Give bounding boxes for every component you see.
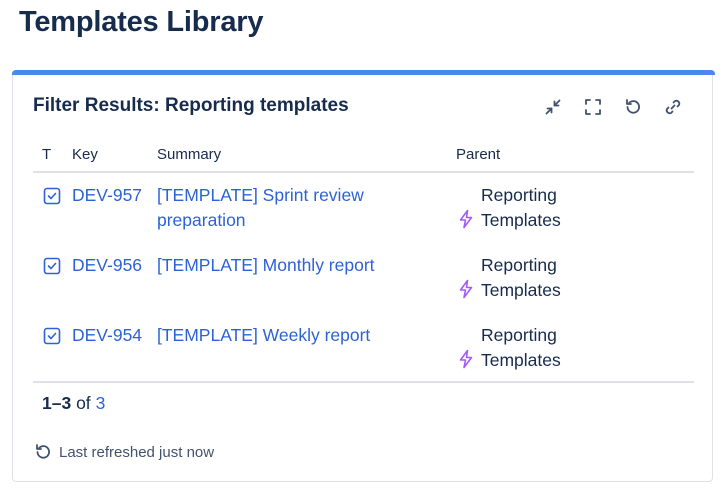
summary-cell: [TEMPLATE] Weekly report [157,313,456,383]
results-table: T Key Summary Parent DEV-957 [TEMPLATE] … [33,142,694,383]
refresh-status: Last refreshed just now [33,442,214,462]
key-cell: DEV-956 [72,243,157,313]
filter-results-gadget: Filter Results: Reporting templates T Ke… [12,70,715,482]
minimize-button[interactable] [542,96,564,118]
type-cell [33,172,72,243]
page-title: Templates Library [19,6,264,38]
copy-link-button[interactable] [662,96,684,118]
gadget-accent-bar [12,70,715,75]
key-cell: DEV-954 [72,313,157,383]
refresh-icon [626,99,640,114]
parent-cell: Reporting Templates [456,313,694,383]
type-cell [33,313,72,383]
type-cell [33,243,72,313]
pagination-total-link[interactable]: 3 [96,393,106,413]
parent-label[interactable]: Reporting Templates [481,323,611,373]
table-row: DEV-957 [TEMPLATE] Sprint review prepara… [33,172,694,243]
epic-lightning-icon [459,349,473,369]
table-row: DEV-954 [TEMPLATE] Weekly report Reporti… [33,313,694,383]
pagination-of: of [76,393,91,413]
column-header-key[interactable]: Key [72,142,157,173]
parent-cell: Reporting Templates [456,172,694,243]
parent-cell: Reporting Templates [456,243,694,313]
issue-key-link[interactable]: DEV-957 [72,185,142,205]
column-header-parent[interactable]: Parent [456,142,694,173]
pagination: 1–3 of 3 [42,393,105,414]
column-header-type[interactable]: T [33,142,72,173]
minimize-icon [545,99,561,115]
epic-lightning-icon [459,209,473,229]
key-cell: DEV-957 [72,172,157,243]
table-row: DEV-956 [TEMPLATE] Monthly report Report… [33,243,694,313]
gadget-title: Filter Results: Reporting templates [33,95,349,116]
summary-cell: [TEMPLATE] Monthly report [157,243,456,313]
issue-summary-link[interactable]: [TEMPLATE] Weekly report [157,323,370,348]
fullscreen-icon [585,99,601,115]
task-checkbox-icon [43,327,61,345]
issue-summary-link[interactable]: [TEMPLATE] Monthly report [157,253,375,278]
column-header-summary[interactable]: Summary [157,142,456,173]
issue-summary-link[interactable]: [TEMPLATE] Sprint review preparation [157,183,407,233]
epic-lightning-icon [459,279,473,299]
summary-cell: [TEMPLATE] Sprint review preparation [157,172,456,243]
last-refreshed-text: Last refreshed just now [59,443,215,461]
parent-label[interactable]: Reporting Templates [481,253,611,303]
refresh-button[interactable] [622,96,644,118]
issue-key-link[interactable]: DEV-956 [72,255,142,275]
table-header-row: T Key Summary Parent [33,142,694,173]
table-bottom-divider [33,381,694,383]
link-icon [665,99,681,115]
parent-label[interactable]: Reporting Templates [481,183,611,233]
task-checkbox-icon [43,187,61,205]
fullscreen-button[interactable] [582,96,604,118]
issue-key-link[interactable]: DEV-954 [72,325,142,345]
pagination-range: 1–3 [42,393,72,413]
task-checkbox-icon [43,257,61,275]
gadget-toolbar [542,96,684,118]
refresh-icon [36,444,50,459]
